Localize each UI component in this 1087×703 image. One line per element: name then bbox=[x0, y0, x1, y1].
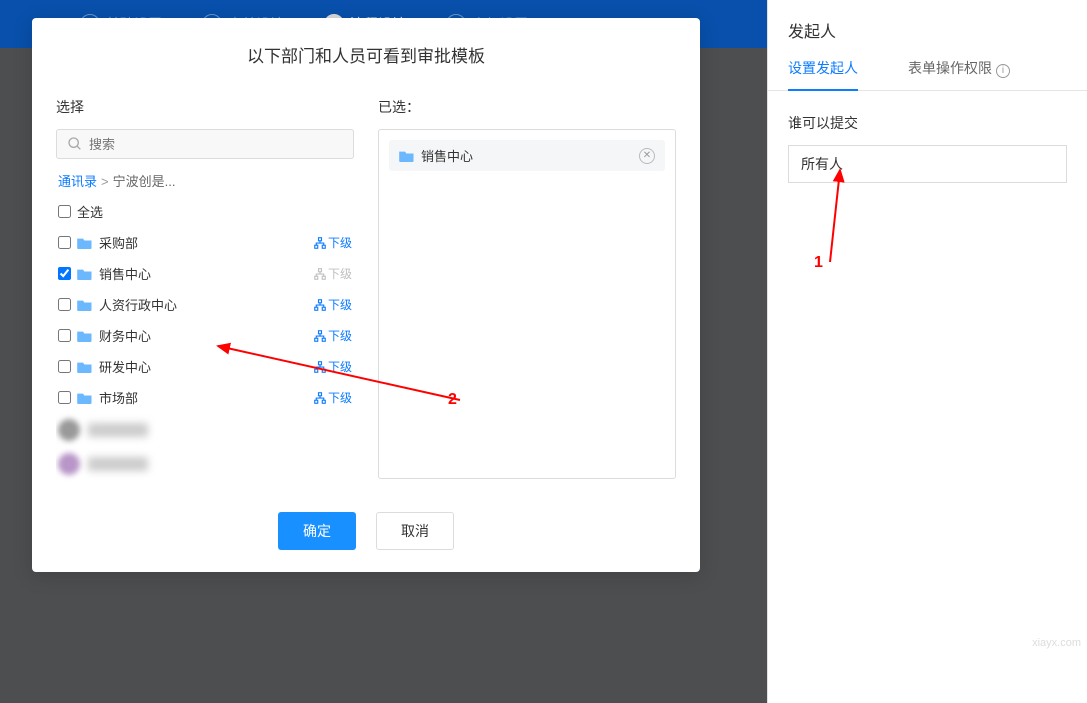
hierarchy-icon bbox=[314, 361, 326, 373]
subordinate-link: 下级 bbox=[314, 265, 352, 282]
who-can-submit-label: 谁可以提交 bbox=[788, 113, 1067, 133]
avatar bbox=[58, 453, 80, 475]
subordinate-link[interactable]: 下级 bbox=[314, 296, 352, 313]
modal-title: 以下部门和人员可看到审批模板 bbox=[56, 42, 676, 67]
folder-icon bbox=[77, 391, 93, 404]
submitter-select[interactable]: 所有人 bbox=[788, 145, 1067, 183]
dept-checkbox[interactable] bbox=[58, 360, 71, 373]
folder-icon bbox=[77, 298, 93, 311]
dept-checkbox[interactable] bbox=[58, 298, 71, 311]
dept-checkbox[interactable] bbox=[58, 391, 71, 404]
tab-set-initiator[interactable]: 设置发起人 bbox=[788, 58, 858, 90]
info-icon: i bbox=[996, 64, 1010, 78]
person-row[interactable] bbox=[56, 447, 354, 481]
dept-tree[interactable]: 全选 采购部下级销售中心下级人资行政中心下级财务中心下级研发中心下级市场部下级 bbox=[56, 196, 354, 492]
dept-checkbox[interactable] bbox=[58, 267, 71, 280]
subordinate-link[interactable]: 下级 bbox=[314, 234, 352, 251]
subordinate-link[interactable]: 下级 bbox=[314, 358, 352, 375]
search-box[interactable] bbox=[56, 129, 354, 159]
right-config-panel: 发起人 设置发起人 表单操作权限i 谁可以提交 所有人 bbox=[767, 0, 1087, 703]
annotation-label-2: 2 bbox=[448, 391, 457, 409]
hierarchy-icon bbox=[314, 330, 326, 342]
annotation-label-1: 1 bbox=[814, 254, 823, 272]
folder-icon bbox=[77, 360, 93, 373]
search-icon bbox=[67, 136, 83, 152]
hierarchy-icon bbox=[314, 299, 326, 311]
breadcrumb: 通讯录>宁波创是... bbox=[56, 171, 354, 190]
select-all-checkbox[interactable] bbox=[58, 205, 71, 218]
folder-icon bbox=[77, 236, 93, 249]
select-label: 选择 bbox=[56, 97, 354, 117]
dept-row[interactable]: 采购部下级 bbox=[56, 227, 354, 258]
avatar bbox=[58, 419, 80, 441]
subordinate-link[interactable]: 下级 bbox=[314, 327, 352, 344]
selected-item: 销售中心 ✕ bbox=[389, 140, 665, 171]
select-all-row[interactable]: 全选 bbox=[56, 196, 354, 227]
dept-checkbox[interactable] bbox=[58, 329, 71, 342]
select-column: 选择 通讯录>宁波创是... 全选 采购部下级销售中心下级人资行政中心下级财务中… bbox=[56, 97, 354, 492]
folder-icon bbox=[77, 329, 93, 342]
dept-row[interactable]: 财务中心下级 bbox=[56, 320, 354, 351]
dept-row[interactable]: 市场部下级 bbox=[56, 382, 354, 413]
folder-icon bbox=[77, 267, 93, 280]
breadcrumb-root[interactable]: 通讯录 bbox=[58, 174, 97, 189]
confirm-button[interactable]: 确定 bbox=[278, 512, 356, 550]
hierarchy-icon bbox=[314, 237, 326, 249]
dept-row[interactable]: 人资行政中心下级 bbox=[56, 289, 354, 320]
cancel-button[interactable]: 取消 bbox=[376, 512, 454, 550]
dept-checkbox[interactable] bbox=[58, 236, 71, 249]
subordinate-link[interactable]: 下级 bbox=[314, 389, 352, 406]
search-input[interactable] bbox=[89, 137, 343, 152]
folder-icon bbox=[399, 149, 415, 162]
dept-row[interactable]: 销售中心下级 bbox=[56, 258, 354, 289]
remove-icon[interactable]: ✕ bbox=[639, 148, 655, 164]
hierarchy-icon bbox=[314, 268, 326, 280]
person-row[interactable] bbox=[56, 413, 354, 447]
right-tabs: 设置发起人 表单操作权限i bbox=[768, 58, 1087, 91]
selected-label: 已选： bbox=[378, 97, 676, 117]
dept-row[interactable]: 研发中心下级 bbox=[56, 351, 354, 382]
panel-title: 发起人 bbox=[768, 18, 1087, 58]
breadcrumb-current: 宁波创是... bbox=[113, 174, 176, 189]
hierarchy-icon bbox=[314, 392, 326, 404]
selected-panel: 销售中心 ✕ bbox=[378, 129, 676, 479]
tab-form-permission[interactable]: 表单操作权限i bbox=[908, 58, 1010, 90]
select-people-modal: 以下部门和人员可看到审批模板 选择 通讯录>宁波创是... 全选 采购部下级销售… bbox=[32, 18, 700, 572]
selected-column: 已选： 销售中心 ✕ bbox=[378, 97, 676, 492]
